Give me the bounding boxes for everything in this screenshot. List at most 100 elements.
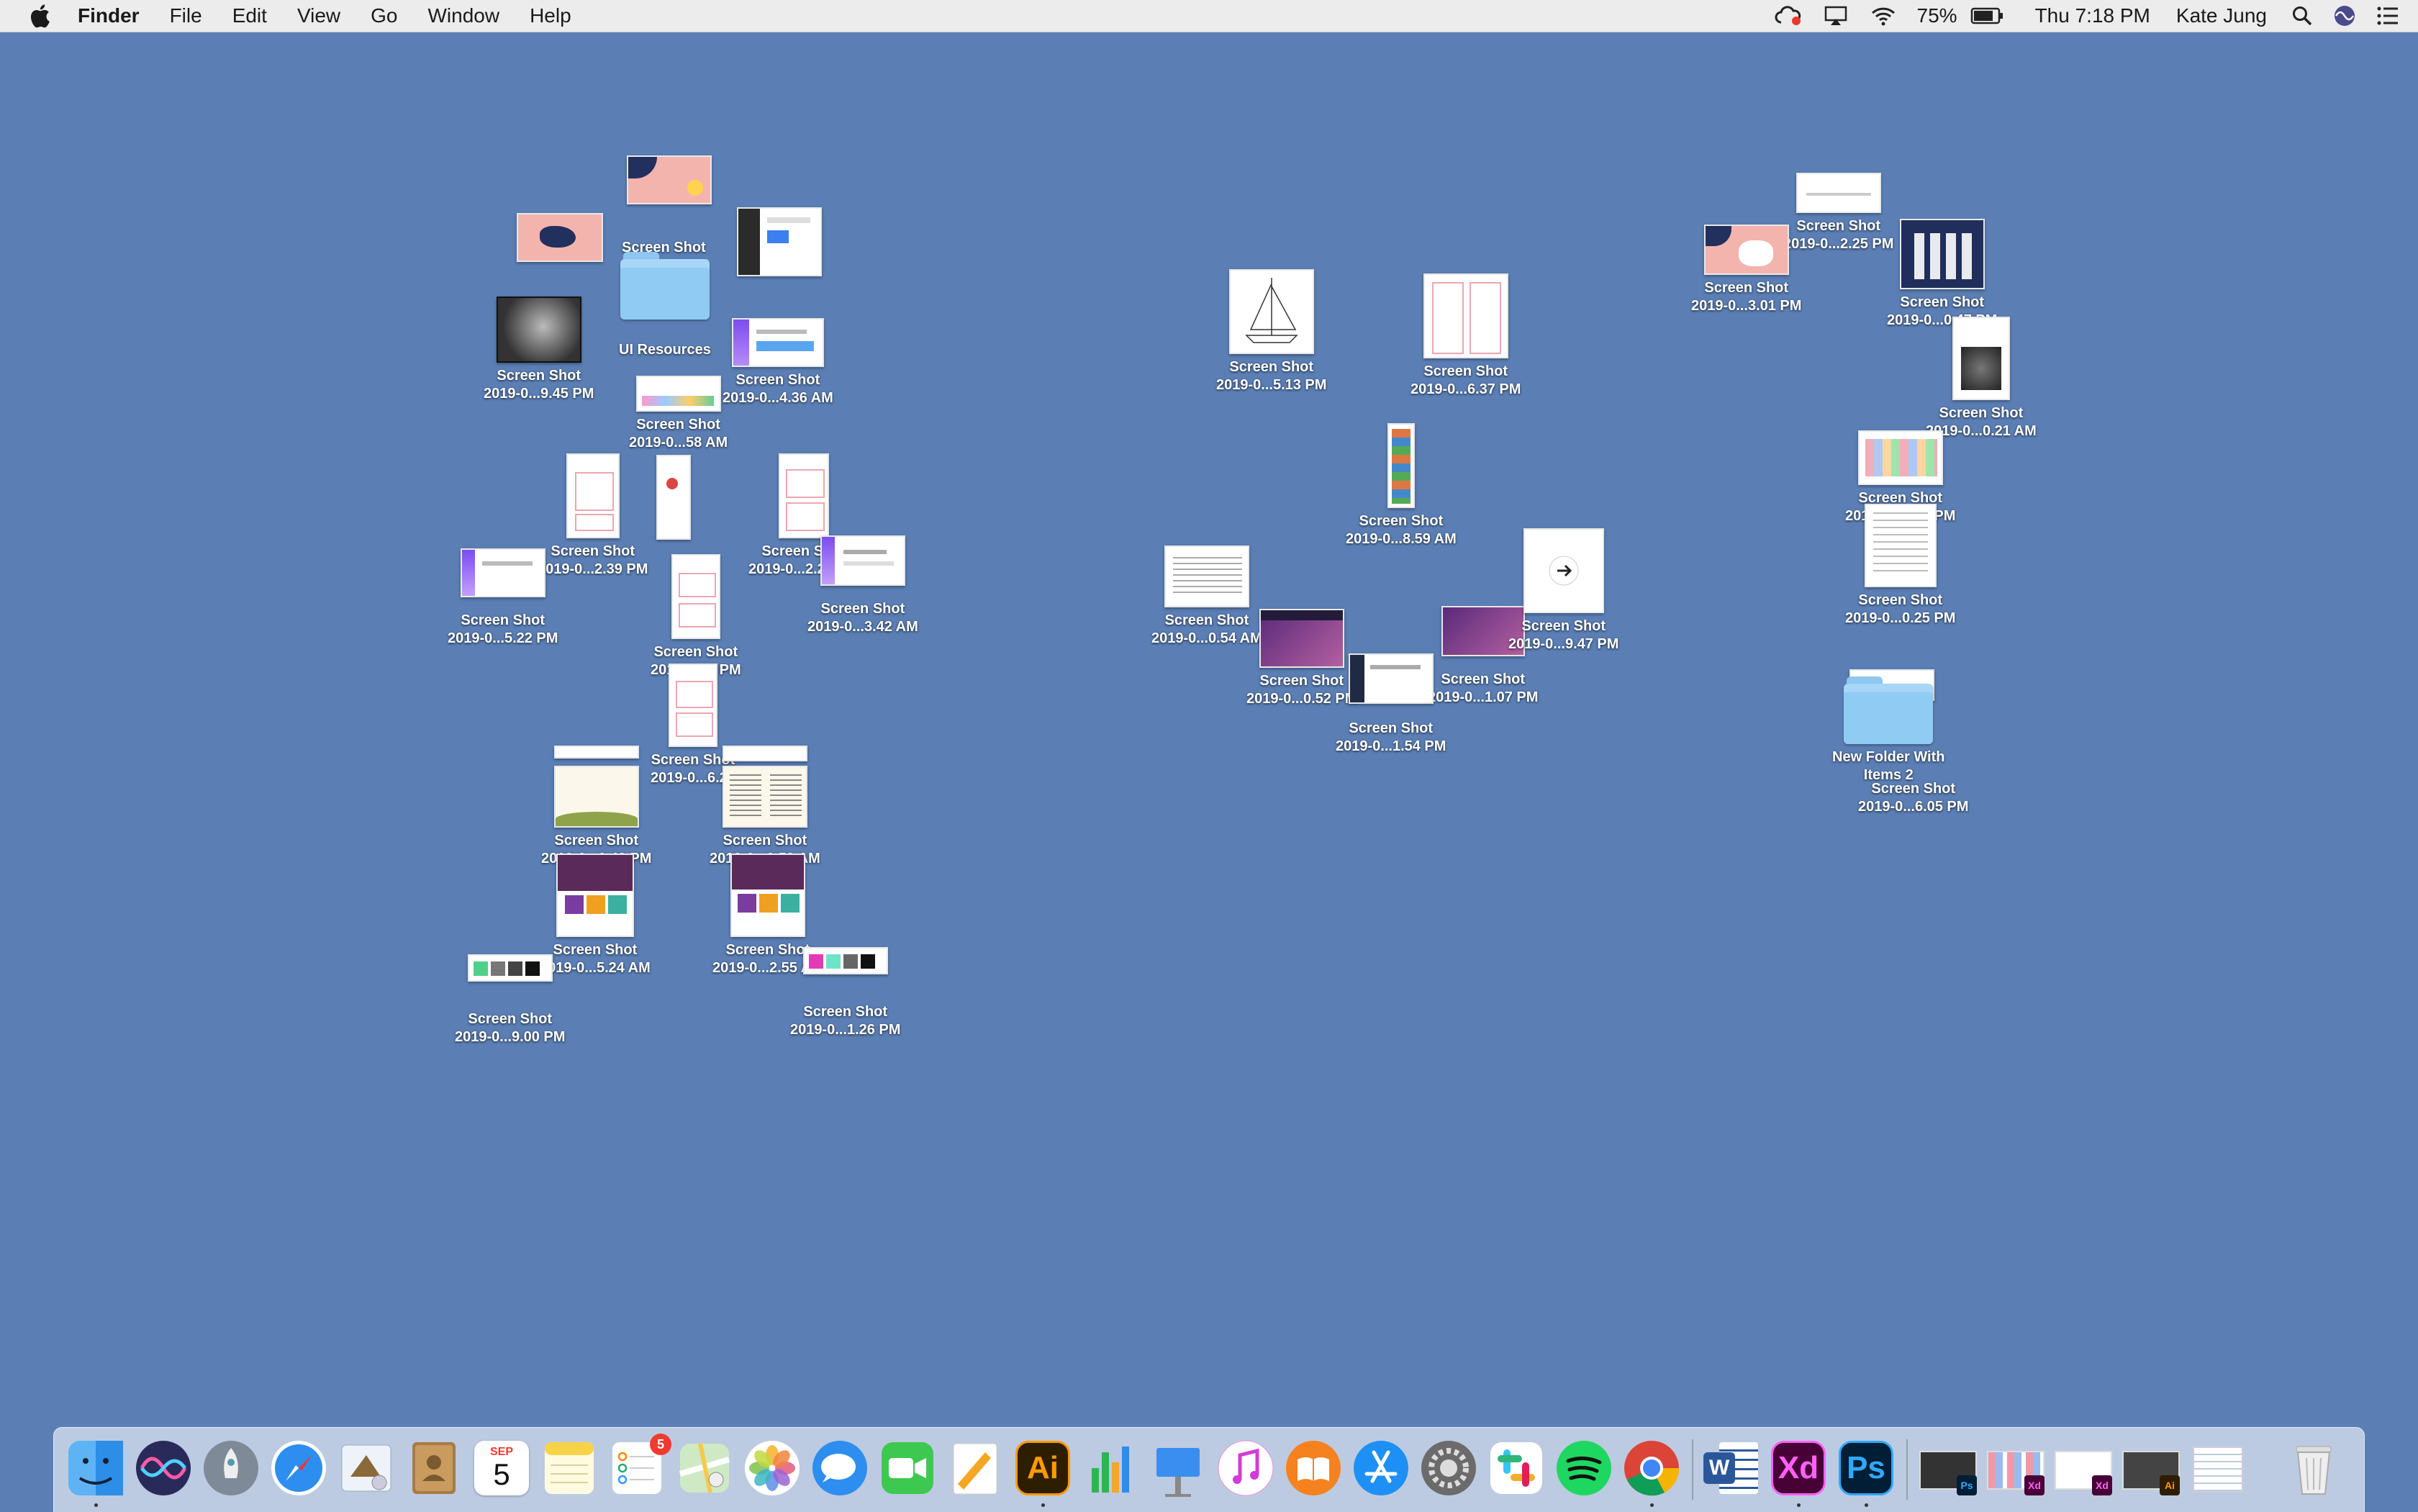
dock-itunes[interactable] — [1215, 1438, 1276, 1498]
desktop-screenshot[interactable]: Screen Shot 2019-0...6.37 PM — [1410, 273, 1521, 399]
dock-recent-document[interactable]: Ai — [2119, 1438, 2180, 1498]
dock-contacts[interactable] — [404, 1438, 464, 1498]
messages-icon — [812, 1441, 867, 1495]
dock-safari[interactable] — [268, 1438, 329, 1498]
desktop-screenshot[interactable]: Screen Shot 2019-0...0.47 PM — [1887, 219, 1997, 330]
dock-maps[interactable] — [674, 1438, 735, 1498]
dock-chrome[interactable] — [1621, 1438, 1682, 1507]
dock-spotify[interactable] — [1554, 1438, 1614, 1498]
desktop-screenshot[interactable]: Screen Shot 2019-0...9.45 PM — [484, 296, 594, 403]
spotify-icon — [1557, 1441, 1611, 1495]
desktop-screenshot[interactable]: Screen Shot2019-0...0.40 PM — [541, 746, 651, 868]
dock-calendar[interactable]: SEP 5 — [471, 1438, 532, 1498]
dock-reminders[interactable]: 5 — [607, 1434, 671, 1498]
screenshot-thumbnail — [553, 766, 639, 828]
desktop-screenshot[interactable]: Screen Shot 2019-0...58 AM — [629, 376, 728, 452]
dock-adobe-xd[interactable]: Xd — [1768, 1438, 1829, 1507]
desktop-screenshot[interactable] — [627, 155, 712, 204]
trash-icon — [2296, 1446, 2332, 1495]
dock-recent-document[interactable]: Xd — [2052, 1438, 2112, 1498]
dock-numbers[interactable] — [1080, 1438, 1141, 1498]
desktop-screenshot[interactable]: Screen Shot 2019-0...0.25 PM — [1845, 504, 1955, 628]
file-name: Screen Shot 2019-0...1.54 PM — [1336, 720, 1446, 754]
dock-mail[interactable] — [336, 1438, 397, 1498]
desktop-screenshot[interactable]: Screen Shot2019-0...4 PM — [651, 554, 741, 679]
notification-center-icon[interactable] — [2366, 6, 2418, 26]
dock-recent-document[interactable]: Ps — [1916, 1438, 1977, 1498]
illustrator-badge-icon: Ai — [2160, 1475, 2180, 1495]
desktop-screenshot[interactable] — [517, 213, 603, 262]
spotlight-icon[interactable] — [2281, 5, 2323, 27]
desktop-screenshot[interactable]: Screen Shot 2019-0...5.22 PM — [448, 548, 558, 648]
screenshot-thumbnail — [1703, 225, 1789, 275]
dock-pages[interactable] — [945, 1438, 1005, 1498]
menu-view[interactable]: View — [282, 0, 356, 32]
desktop-screenshot[interactable]: Screen Shot 2019-0...9.47 PM — [1508, 528, 1618, 653]
battery-icon[interactable] — [1960, 6, 2014, 25]
dock-launchpad[interactable] — [201, 1438, 261, 1498]
desktop-new-folder[interactable]: New Folder With Items 2 — [1832, 669, 1944, 784]
file-name: Screen Shot 2019-0...6.05 PM — [1858, 781, 1969, 815]
dock-illustrator[interactable]: Ai — [1013, 1438, 1073, 1507]
screenshot-thumbnail — [802, 947, 888, 974]
dock-finder[interactable] — [65, 1438, 126, 1507]
airplay-icon[interactable] — [1812, 5, 1860, 27]
menu-edit[interactable]: Edit — [217, 0, 282, 32]
desktop-screenshot[interactable] — [737, 207, 822, 276]
dock-system-preferences[interactable] — [1418, 1438, 1479, 1498]
desktop-screenshot[interactable]: Screen Shot 2019-0...0.54 AM — [1151, 546, 1262, 648]
screenshot-thumbnail — [722, 766, 807, 828]
desktop-screenshot[interactable]: Screen Shot 2019-0...3.01 PM — [1691, 225, 1801, 315]
dock-photos[interactable] — [742, 1438, 802, 1498]
photoshop-badge-icon: Ps — [1957, 1475, 1977, 1495]
desktop-folder-ui-resources[interactable]: UI Resources — [619, 252, 711, 359]
dock-slack[interactable] — [1486, 1438, 1547, 1498]
desktop-screenshot[interactable]: Screen Shot 2019-0...3.42 AM — [807, 535, 918, 636]
dock-photoshop[interactable]: Ps — [1836, 1438, 1896, 1507]
clock[interactable]: Thu 7:18 PM — [2014, 0, 2166, 32]
menu-finder[interactable]: Finder — [72, 0, 155, 32]
apple-menu-icon[interactable] — [27, 4, 52, 28]
dock-downloads-stack[interactable] — [2187, 1438, 2247, 1498]
desktop-screenshot[interactable]: Screen Shot2019-0...0.53 AM — [710, 746, 820, 868]
calendar-icon: SEP 5 — [474, 1441, 529, 1495]
file-name: Screen Shot 2019-0...9.00 PM — [455, 1011, 566, 1045]
desktop-screenshot[interactable]: Screen Shot 2019-0...1.54 PM — [1336, 653, 1446, 756]
menu-go[interactable]: Go — [356, 0, 412, 32]
screenshot-thumbnail — [730, 854, 805, 937]
menu-help[interactable]: Help — [515, 0, 587, 32]
desktop-screenshot[interactable] — [656, 455, 691, 540]
compass-icon — [271, 1441, 326, 1495]
arrow-right-icon — [1549, 556, 1579, 586]
desktop-screenshot[interactable]: Screen Shot 2019-0...9.00 PM — [455, 954, 565, 1046]
dock-notes[interactable] — [539, 1438, 599, 1498]
desktop-screenshot[interactable]: Screen Shot 2019-0...8.59 AM — [1346, 423, 1457, 548]
desktop-screenshot[interactable]: Screen Shot 2019-0...4.36 AM — [723, 318, 833, 407]
dock-word[interactable]: W — [1701, 1438, 1761, 1498]
app-store-icon — [1354, 1441, 1408, 1495]
siri-icon[interactable] — [2323, 4, 2366, 27]
desktop-screenshot[interactable]: Screen Shot 2019-0...0.21 AM — [1926, 317, 2037, 440]
dock-separator — [1906, 1439, 1908, 1500]
dock-keynote[interactable] — [1148, 1438, 1208, 1498]
menu-file[interactable]: File — [155, 0, 217, 32]
creative-cloud-icon[interactable] — [1765, 5, 1812, 27]
dock-trash[interactable] — [2283, 1438, 2344, 1498]
desktop-screenshot[interactable]: Screen Shot 2019-0...1.26 PM — [790, 947, 900, 1039]
user-name[interactable]: Kate Jung — [2166, 0, 2281, 32]
file-name: Screen Shot 2019-0...5.22 PM — [448, 612, 558, 646]
dock-app-store[interactable] — [1351, 1438, 1411, 1498]
file-name: Screen Shot 2019-0...58 AM — [629, 417, 728, 451]
illustrator-icon: Ai — [1015, 1441, 1070, 1495]
menu-window[interactable]: Window — [412, 0, 515, 32]
dock-facetime[interactable] — [877, 1438, 938, 1498]
battery-percent: 75% — [1916, 4, 1957, 27]
dock-messages[interactable] — [810, 1438, 870, 1498]
dock-recent-document[interactable]: Xd — [1984, 1438, 2045, 1498]
screenshot-thumbnail — [1228, 269, 1314, 354]
desktop-screenshot[interactable]: Screen Shot 2019-0...6.05 PM — [1858, 776, 1968, 816]
dock-siri[interactable] — [133, 1438, 194, 1498]
dock-books[interactable] — [1283, 1438, 1344, 1498]
wifi-icon[interactable] — [1860, 5, 1907, 27]
desktop-screenshot[interactable]: Screen Shot 2019-0...5.13 PM — [1216, 269, 1326, 394]
